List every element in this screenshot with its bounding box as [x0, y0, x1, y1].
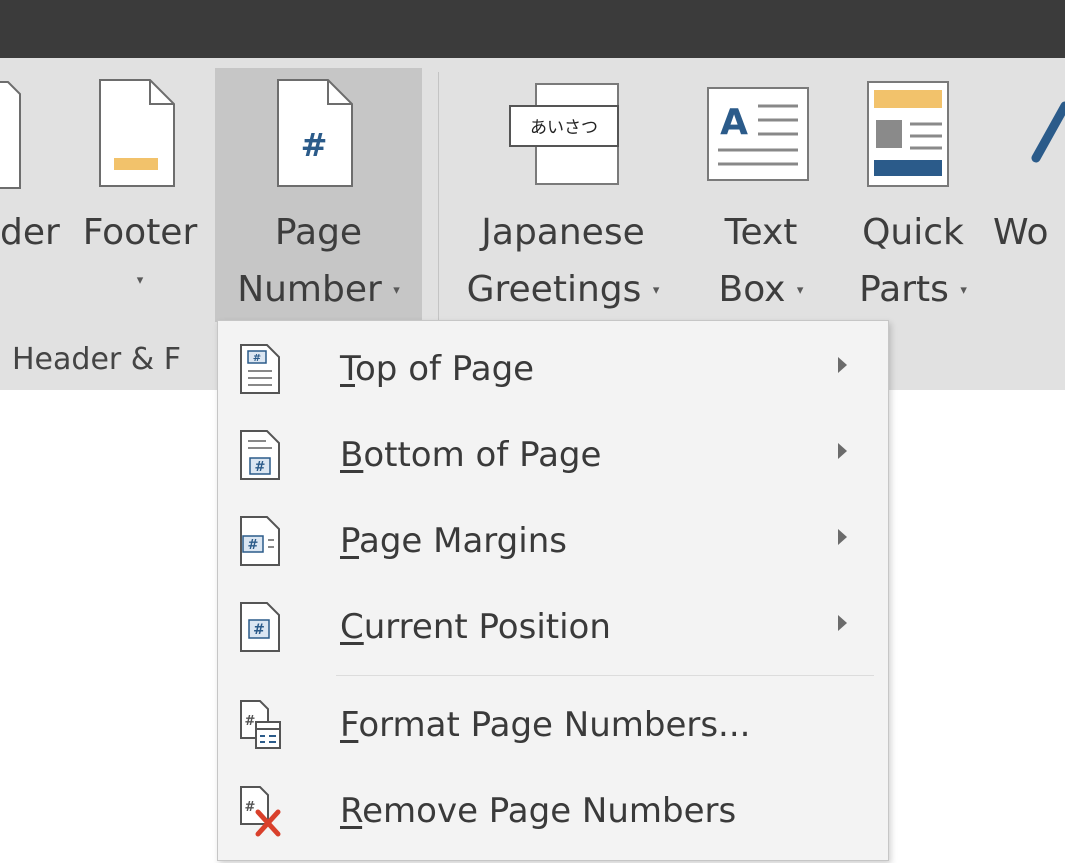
header-button-label[interactable]: der [0, 215, 60, 251]
menu-item-label: Format Page Numbers... [340, 705, 751, 745]
remove-page-numbers-icon: # [240, 786, 281, 837]
menu-item-label: Current Position [340, 607, 611, 647]
menu-item-label: Page Margins [340, 521, 567, 561]
japanese-greetings-label-line2[interactable]: Greetings ▾ [458, 272, 668, 309]
footer-dropdown-arrow[interactable]: ▾ [80, 262, 200, 299]
menu-item-label: Remove Page Numbers [340, 791, 737, 831]
svg-text:#: # [248, 538, 259, 553]
quick-parts-label-line2[interactable]: Parts ▾ [848, 272, 978, 309]
menu-item-label: Bottom of Page [340, 435, 602, 475]
page-number-label-line2[interactable]: Number ▾ [215, 272, 422, 309]
footer-icon[interactable] [98, 78, 176, 188]
page-bottom-number-icon: # [240, 430, 280, 480]
text-box-label-line2[interactable]: Box ▾ [696, 272, 826, 309]
submenu-arrow-icon [838, 615, 847, 631]
text-box-icon[interactable]: A [706, 86, 810, 182]
menu-item-remove-page-numbers[interactable]: # Remove Page Numbers [218, 769, 888, 853]
page-top-number-icon: # [240, 344, 280, 394]
menu-item-bottom-of-page[interactable]: # Bottom of Page [218, 413, 888, 497]
page-number-icon[interactable]: # [276, 78, 354, 188]
wordart-icon[interactable] [1030, 100, 1065, 170]
japanese-icon-text: あいさつ [530, 118, 598, 138]
ribbon-group-separator [438, 72, 439, 322]
text-box-icon-letter: A [720, 102, 748, 143]
quick-parts-icon[interactable] [866, 80, 950, 188]
svg-text:#: # [253, 622, 265, 638]
japanese-greetings-icon[interactable]: あいさつ [508, 80, 623, 190]
quick-parts-label-line1[interactable]: Quick [848, 215, 978, 251]
submenu-arrow-icon [838, 529, 847, 545]
wordart-button-label[interactable]: Wo [993, 215, 1049, 251]
page-number-label-line1[interactable]: Page [215, 215, 422, 251]
svg-text:#: # [301, 126, 328, 164]
menu-item-page-margins[interactable]: # Page Margins [218, 499, 888, 583]
japanese-greetings-label-line1[interactable]: Japanese [458, 215, 668, 251]
svg-text:#: # [245, 800, 256, 815]
text-box-label-line1[interactable]: Text [696, 215, 826, 251]
svg-text:#: # [255, 460, 266, 475]
header-footer-group-label: Header & F [12, 342, 181, 377]
submenu-arrow-icon [838, 443, 847, 459]
title-bar [0, 0, 1065, 58]
page-margin-number-icon: # [240, 516, 280, 566]
format-page-numbers-icon: # [240, 700, 281, 749]
menu-item-current-position[interactable]: # Current Position [218, 585, 888, 669]
menu-item-format-page-numbers[interactable]: # Format Page Numbers... [218, 683, 888, 767]
menu-item-label: Top of Page [340, 349, 535, 389]
footer-button-label[interactable]: Footer [80, 215, 200, 251]
svg-text:#: # [245, 714, 256, 729]
svg-text:#: # [253, 353, 261, 364]
header-icon[interactable] [0, 80, 22, 190]
page-number-dropdown-menu: # Top of Page # Bottom of Page # Page Ma… [217, 320, 889, 861]
submenu-arrow-icon [838, 357, 847, 373]
menu-item-top-of-page[interactable]: # Top of Page [218, 327, 888, 411]
menu-separator [336, 675, 874, 676]
current-position-number-icon: # [240, 602, 280, 652]
